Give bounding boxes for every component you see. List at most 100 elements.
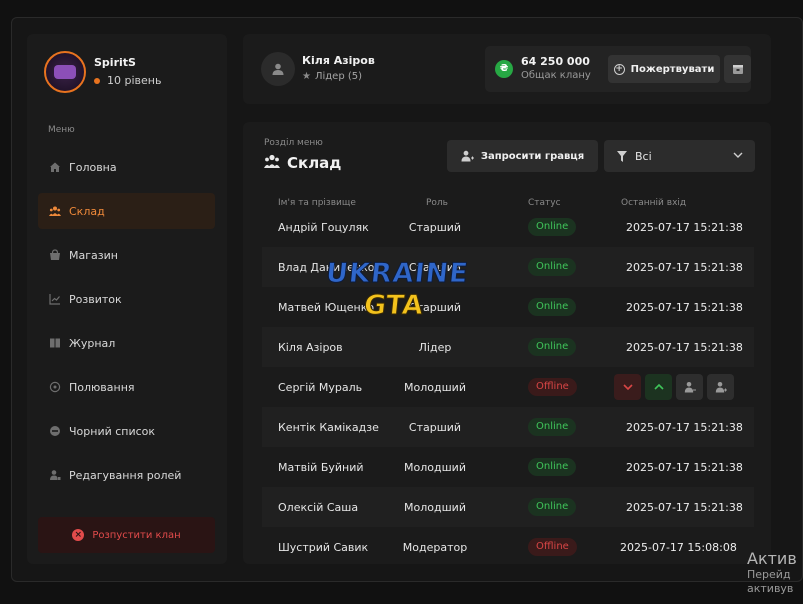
last-login: 2025-07-17 15:08:08 (620, 540, 737, 554)
plus-icon: + (613, 63, 625, 75)
status-badge: Online (528, 498, 577, 516)
sidebar-item-shop[interactable]: Магазин (38, 237, 215, 273)
sidebar: SpiritS 10 рівень Меню Головна Склад Маг… (27, 34, 227, 564)
disband-clan-button[interactable]: × Розпустити клан (38, 517, 215, 553)
member-name: Влад Даниленко (278, 260, 375, 274)
table-row[interactable]: Шустрий Савик Модератор Offline 2025-07-… (262, 527, 754, 564)
last-login: 2025-07-17 15:21:38 (626, 420, 743, 434)
menu-caption: Меню (48, 125, 75, 135)
sidebar-item-label: Чорний список (69, 424, 156, 438)
member-role: Модератор (402, 540, 468, 554)
sidebar-item-journal[interactable]: Журнал (38, 325, 215, 361)
coin-icon: ₴ (495, 60, 513, 78)
invite-label: Запросити гравця (480, 150, 585, 162)
status-badge: Offline (528, 378, 577, 396)
sidebar-item-label: Розвиток (69, 292, 122, 306)
close-circle-icon: × (72, 529, 85, 541)
user-icon (272, 63, 284, 75)
sidebar-item-label: Магазин (69, 248, 118, 262)
sidebar-item-squad[interactable]: Склад (38, 193, 215, 229)
kick-member-button[interactable] (676, 374, 703, 400)
user-profile[interactable]: SpiritS 10 рівень (44, 51, 224, 93)
sidebar-item-label: Головна (69, 160, 117, 174)
sidebar-item-label: Журнал (69, 336, 116, 350)
activation-line1: Перейд (747, 568, 791, 581)
column-header-last-login: Останній вхід (621, 198, 687, 208)
sidebar-item-label: Склад (69, 204, 105, 218)
last-login: 2025-07-17 15:21:38 (626, 500, 743, 514)
chevron-down-icon (733, 152, 743, 158)
activation-title: Актив (747, 549, 797, 568)
member-name: Кіля Азіров (278, 340, 343, 354)
group-icon (49, 205, 61, 217)
leader-name: Кіля Азіров (302, 54, 375, 67)
last-login: 2025-07-17 15:21:38 (626, 300, 743, 314)
book-icon (49, 337, 61, 349)
activation-line2: активув (747, 582, 794, 595)
user-remove-icon (684, 382, 696, 393)
user-add-icon (715, 382, 727, 393)
members-table[interactable]: Андрій Гоцуляк Старший Online 2025-07-17… (262, 208, 754, 564)
target-icon (49, 381, 61, 393)
member-role: Молодший (404, 380, 466, 394)
sidebar-item-progress[interactable]: Розвиток (38, 281, 215, 317)
avatar (44, 51, 86, 93)
filter-icon (617, 150, 627, 162)
donate-button[interactable]: + Пожертвувати (608, 55, 720, 83)
bank-label: Общак клану (521, 70, 591, 81)
leader-role: ★ Лідер (5) (302, 71, 362, 82)
table-row[interactable]: Матвій Буйний Молодший Online 2025-07-17… (262, 447, 754, 487)
table-row[interactable]: Кіля Азіров Лідер Online 2025-07-17 15:2… (262, 327, 754, 367)
sidebar-item-label: Редагування ролей (69, 468, 182, 482)
table-row[interactable]: Влад Даниленко Старший Online 2025-07-17… (262, 247, 754, 287)
wallet-button[interactable] (724, 55, 751, 83)
donate-label: Пожертвувати (630, 63, 715, 75)
chevron-up-icon (653, 383, 664, 390)
status-badge: Online (528, 218, 577, 236)
clan-bank: ₴ 64 250 000 Общак клану + Пожертвувати (485, 46, 751, 92)
section-caption: Розділ меню (264, 138, 323, 148)
sidebar-item-roles[interactable]: Редагування ролей (38, 457, 215, 493)
block-icon (49, 425, 61, 437)
member-role: Старший (408, 220, 462, 234)
member-role: Старший (408, 300, 462, 314)
last-login: 2025-07-17 15:21:38 (626, 340, 743, 354)
leader-avatar (261, 52, 295, 86)
member-actions (614, 374, 734, 400)
member-role: Старший (408, 260, 462, 274)
invite-player-button[interactable]: Запросити гравця (447, 140, 598, 172)
bank-amount: 64 250 000 (521, 55, 590, 68)
promote-button[interactable] (645, 374, 672, 400)
sidebar-item-blacklist[interactable]: Чорний список (38, 413, 215, 449)
member-name: Андрій Гоцуляк (278, 220, 369, 234)
page-title: Склад (264, 154, 341, 172)
os-activation-notice: Актив Перейд активув (747, 549, 797, 596)
sidebar-item-hunting[interactable]: Полювання (38, 369, 215, 405)
table-row[interactable]: Андрій Гоцуляк Старший Online 2025-07-17… (262, 208, 754, 247)
status-badge: Online (528, 298, 577, 316)
add-user-icon (461, 150, 474, 162)
table-row[interactable]: Сергій Мураль Молодший Offline (262, 367, 754, 407)
role-filter-select[interactable]: Всі (604, 140, 755, 172)
table-row[interactable]: Кентік Камікадзе Старший Online 2025-07-… (262, 407, 754, 447)
member-role: Молодший (404, 460, 466, 474)
member-name: Сергій Мураль (278, 380, 363, 394)
level-dot-icon (94, 78, 100, 84)
clan-header: Кіля Азіров ★ Лідер (5) ₴ 64 250 000 Обща… (243, 34, 771, 104)
page-title-text: Склад (287, 154, 342, 172)
member-name: Олексій Саша (278, 500, 359, 514)
user-edit-icon (49, 469, 61, 481)
filter-value: Всі (635, 149, 652, 163)
status-badge: Online (528, 418, 577, 436)
squad-panel: Розділ меню Склад Запросити гравця Всі І… (243, 122, 771, 564)
demote-button[interactable] (614, 374, 641, 400)
set-role-button[interactable] (707, 374, 734, 400)
user-level-text: 10 рівень (107, 74, 162, 87)
table-row[interactable]: Матвей Ющенко Старший Online 2025-07-17 … (262, 287, 754, 327)
column-header-role: Роль (426, 198, 448, 208)
table-row[interactable]: Олексій Саша Молодший Online 2025-07-17 … (262, 487, 754, 527)
star-icon: ★ (302, 71, 311, 82)
sidebar-item-home[interactable]: Головна (38, 149, 215, 185)
group-icon (264, 154, 280, 172)
member-role: Старший (408, 420, 462, 434)
